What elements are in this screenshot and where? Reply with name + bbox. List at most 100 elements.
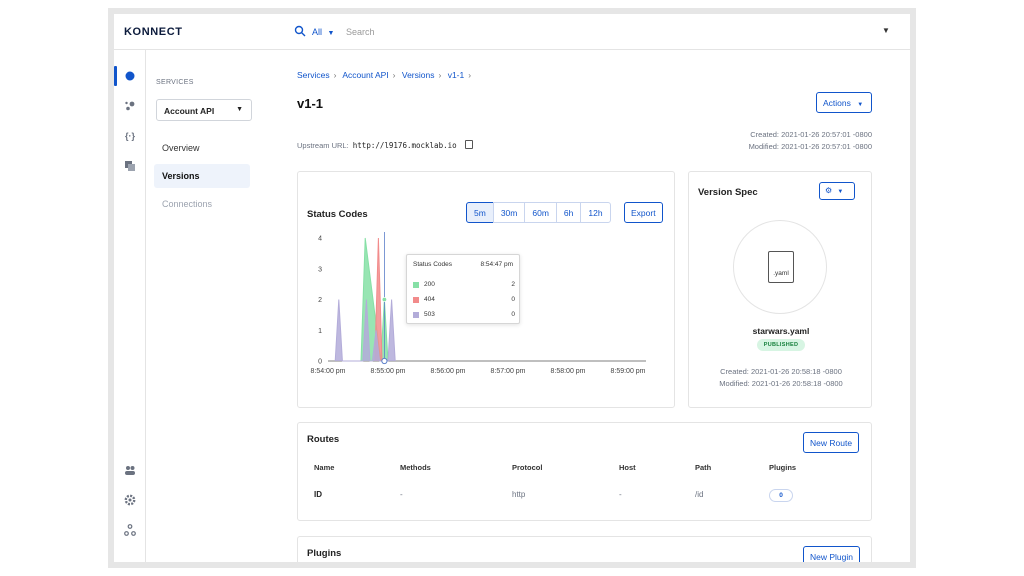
actions-button[interactable]: Actions ▼ [816,92,872,113]
subnav-item-connections[interactable]: Connections [154,192,250,216]
teams-icon[interactable] [124,464,136,476]
tooltip-row: 200 2 [413,281,515,291]
tooltip-row: 404 0 [413,296,515,306]
column-header-host: Host [619,463,636,472]
chart-tooltip: Status Codes 8:54:47 pm 200 2 404 0 503 … [406,254,520,324]
y-tick-label: 4 [318,236,322,243]
x-tick-label: 8:57:00 pm [490,368,525,375]
service-select-value: Account API [164,106,215,116]
hover-point-baseline [381,357,388,365]
column-header-protocol: Protocol [512,463,543,472]
spec-created: Created: 2021-01-26 20:58:18 -0800 [720,367,842,376]
actions-button-label: Actions [823,98,851,108]
upstream-url-label: Upstream URL: [297,141,349,150]
tooltip-row-value: 0 [511,296,515,303]
tooltip-title: Status Codes [413,261,453,268]
spec-modified: Modified: 2021-01-26 20:58:18 -0800 [719,379,843,388]
copy-icon[interactable] [464,140,473,149]
breadcrumb: Services › Account API › Versions › v1-1 › [297,70,472,80]
routes-card: Routes New Route Name Methods Protocol H… [297,422,872,521]
status-codes-card: Status Codes 5m 30m 60m 6h 12h Export 01… [297,171,675,408]
chevron-down-icon: ▼ [857,102,864,108]
tooltip-row-name: 503 [424,311,435,318]
breadcrumb-services[interactable]: Services [297,70,330,80]
spec-file-preview[interactable]: .yaml [733,220,827,314]
x-tick-label: 8:58:00 pm [550,368,585,375]
upstream-url-value: http://l9176.mocklab.io [352,141,457,150]
breadcrumb-service[interactable]: Account API [342,70,388,80]
routes-title: Routes [307,434,340,445]
mesh-icon[interactable] [124,100,136,112]
column-header-plugins: Plugins [769,463,797,472]
legend-swatch-200 [413,282,419,288]
search-icon[interactable] [294,25,306,37]
chevron-down-icon: ▼ [236,106,243,113]
plugins-title: Plugins [307,548,342,559]
breadcrumb-version[interactable]: v1-1 [448,70,465,80]
rail-active-indicator [114,66,117,86]
column-header-methods: Methods [400,463,431,472]
version-modified: Modified: 2021-01-26 20:57:01 -0800 [748,142,872,151]
user-menu-chevron-icon[interactable]: ▼ [882,26,890,35]
org-icon[interactable] [124,524,136,536]
code-braces-icon[interactable]: {·} [124,130,136,142]
legend-swatch-503 [413,312,419,318]
new-route-button[interactable]: New Route [803,432,860,453]
service-subnav: SERVICES Account API ▼ Overview Versions… [146,50,256,562]
x-tick-label: 8:55:00 pm [370,368,405,375]
route-protocol: http [512,490,526,499]
route-methods: - [400,490,403,499]
route-plugins-count[interactable]: 0 [769,489,793,502]
chevron-down-icon: ▼ [327,30,335,37]
y-tick-label: 2 [318,297,322,304]
gear-icon[interactable] [124,494,136,506]
x-tick-label: 8:54:00 pm [310,368,345,375]
column-header-name: Name [314,463,335,472]
search-input[interactable] [346,24,846,40]
plugins-card: Plugins New Plugin [297,536,872,562]
file-extension: .yaml [773,270,789,277]
x-tick-label: 8:56:00 pm [430,368,465,375]
route-path: /id [695,490,704,499]
route-host: - [619,490,622,499]
y-tick-label: 3 [318,266,322,273]
subnav-item-versions[interactable]: Versions [154,164,250,188]
hover-point-200 [381,297,387,303]
services-section-label: SERVICES [156,79,194,86]
gear-icon: ⚙ [825,186,833,195]
top-bar: KONNECT All ▼ ▼ [114,14,910,50]
service-select[interactable]: Account API ▼ [156,99,252,121]
version-created: Created: 2021-01-26 20:57:01 -0800 [750,130,872,139]
page-title: v1-1 [297,96,324,111]
version-spec-card: Version Spec ⚙ ▼ .yaml starwars.yaml PUB… [688,171,872,408]
new-plugin-button[interactable]: New Plugin [803,546,860,562]
y-tick-label: 1 [318,328,322,335]
legend-swatch-404 [413,297,419,303]
tooltip-row-value: 0 [511,311,515,318]
upstream-url-row: Upstream URL: http://l9176.mocklab.io [297,140,473,150]
y-tick-label: 0 [318,359,322,366]
tooltip-time: 8:54:47 pm [480,261,513,268]
route-name: ID [314,490,322,499]
x-tick-label: 8:59:00 pm [610,368,645,375]
dev-portal-icon[interactable] [124,160,136,172]
column-header-path: Path [695,463,712,472]
breadcrumb-versions[interactable]: Versions [402,70,435,80]
tooltip-row-value: 2 [511,281,515,288]
konnect-logo[interactable]: KONNECT [124,26,183,38]
spec-file-name: starwars.yaml [752,326,810,336]
status-badge: PUBLISHED [757,339,805,351]
services-icon[interactable] [124,70,136,82]
konnect-app: KONNECT All ▼ ▼ {·} SERVICES Account API… [114,14,910,562]
yaml-file-icon: .yaml [768,251,794,283]
tooltip-row-name: 404 [424,296,435,303]
tooltip-row: 503 0 [413,311,515,321]
search-scope-label: All [312,27,323,37]
chevron-down-icon: ▼ [837,189,844,195]
icon-rail: {·} [114,50,146,562]
spec-settings-button[interactable]: ⚙ ▼ [819,182,855,200]
subnav-item-overview[interactable]: Overview [154,136,250,160]
search-scope-dropdown[interactable]: All ▼ [312,27,334,37]
tooltip-row-name: 200 [424,281,435,288]
version-spec-title: Version Spec [698,187,758,198]
